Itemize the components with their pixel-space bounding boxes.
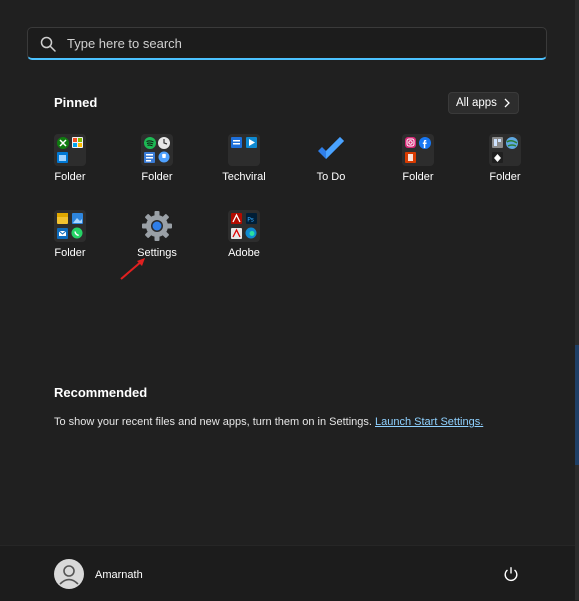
search-icon xyxy=(40,36,56,52)
pinned-item-label: Folder xyxy=(141,171,173,183)
misc-folder-icon xyxy=(489,134,521,166)
user-name[interactable]: Amarnath xyxy=(95,569,143,581)
recommended-text: To show your recent files and new apps, … xyxy=(54,416,372,428)
pinned-item-label: Folder xyxy=(54,171,86,183)
recommended-message: To show your recent files and new apps, … xyxy=(54,416,483,428)
pinned-item-folder-photos[interactable]: Folder xyxy=(30,210,110,280)
todo-icon xyxy=(318,137,344,159)
xbox-folder-icon xyxy=(54,134,86,166)
pinned-item-label: Folder xyxy=(54,247,86,259)
launch-start-settings-link[interactable]: Launch Start Settings. xyxy=(375,416,483,428)
power-icon[interactable] xyxy=(503,566,519,582)
start-footer: Amarnath xyxy=(0,545,575,601)
spotify-folder-icon xyxy=(141,134,173,166)
pinned-item-techviral[interactable]: Techviral xyxy=(204,134,284,204)
chevron-right-icon xyxy=(504,98,510,108)
gear-icon xyxy=(142,211,172,241)
search-box[interactable]: Type here to search xyxy=(27,27,547,60)
pinned-title: Pinned xyxy=(54,95,98,110)
all-apps-label: All apps xyxy=(456,97,497,109)
annotation-arrow xyxy=(120,258,145,280)
pinned-item-folder-social[interactable]: Folder xyxy=(378,134,458,204)
adobe-folder-icon: Ps xyxy=(228,210,260,242)
pinned-item-adobe[interactable]: Ps Adobe xyxy=(204,210,284,280)
svg-text:Ps: Ps xyxy=(247,217,254,224)
pinned-item-label: Adobe xyxy=(228,247,260,259)
techviral-folder-icon xyxy=(228,134,260,166)
avatar[interactable] xyxy=(54,559,84,589)
photos-whatsapp-folder-icon xyxy=(54,210,86,242)
instagram-folder-icon xyxy=(402,134,434,166)
search-placeholder: Type here to search xyxy=(67,36,182,51)
pinned-item-label: To Do xyxy=(316,171,346,183)
window-edge xyxy=(575,0,579,600)
pinned-item-label: Techviral xyxy=(222,171,266,183)
pinned-item-folder-spotify[interactable]: Folder xyxy=(117,134,197,204)
pinned-item-label: Folder xyxy=(489,171,521,183)
user-icon xyxy=(59,565,79,585)
pinned-item-label: Folder xyxy=(402,171,434,183)
recommended-title: Recommended xyxy=(54,385,148,400)
pinned-item-todo[interactable]: To Do xyxy=(291,134,371,204)
all-apps-button[interactable]: All apps xyxy=(448,92,519,114)
pinned-item-folder-misc[interactable]: Folder xyxy=(465,134,545,204)
pinned-item-folder-xbox[interactable]: Folder xyxy=(30,134,110,204)
